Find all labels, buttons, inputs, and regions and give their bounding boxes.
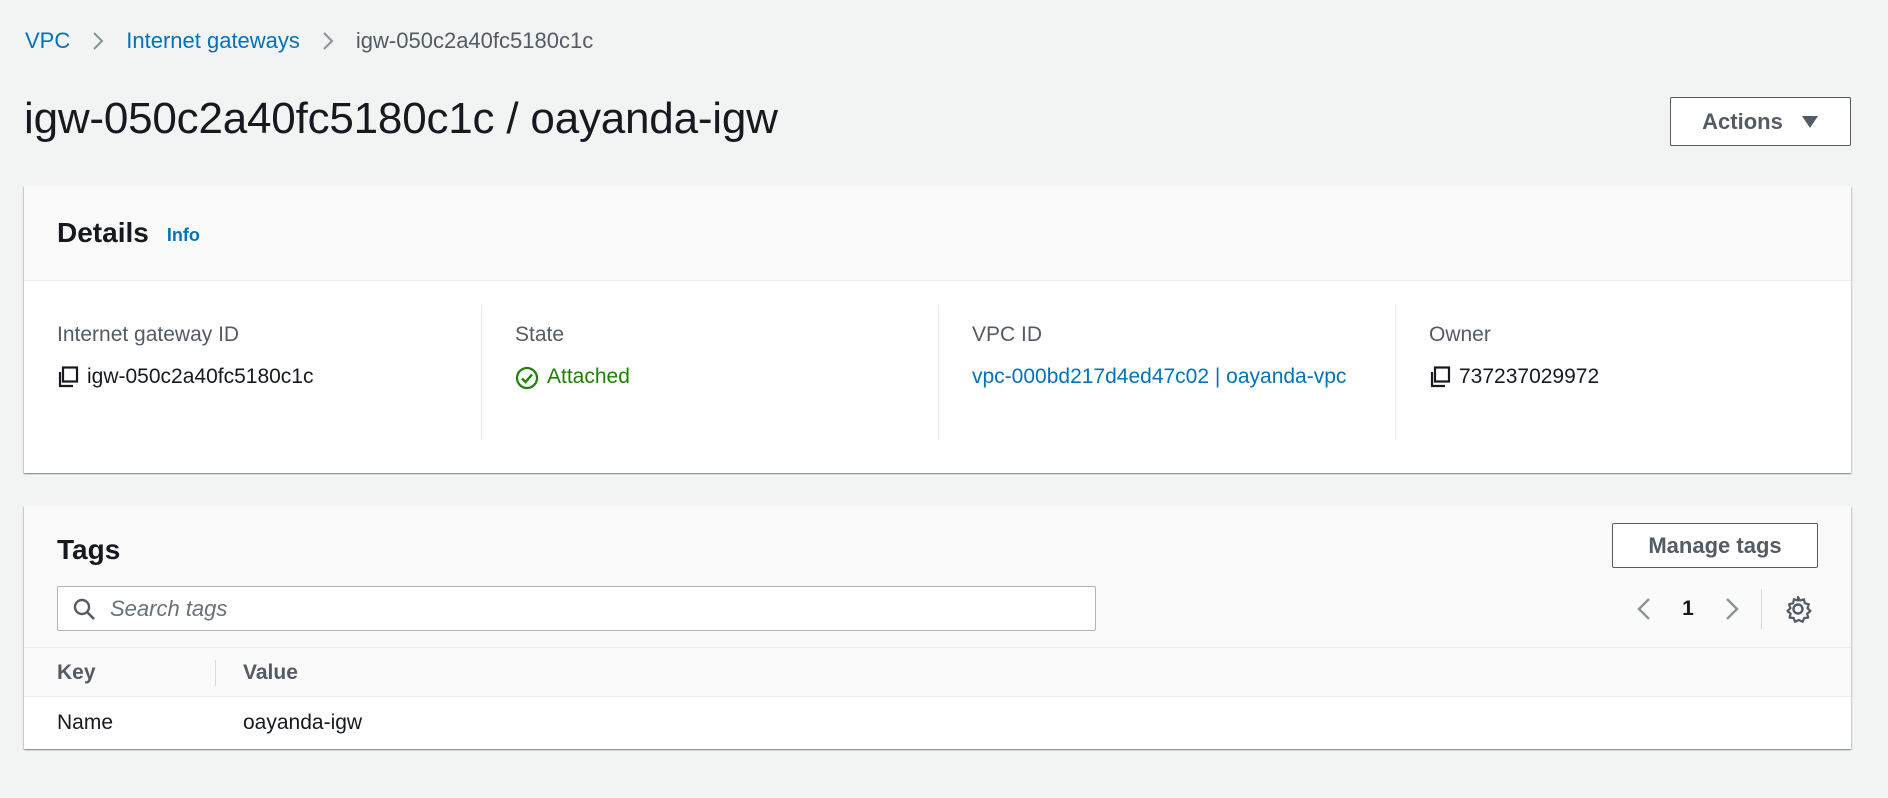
details-header: Details Info <box>24 186 1851 281</box>
field-label: Internet gateway ID <box>57 323 240 346</box>
breadcrumb-internet-gateways[interactable]: Internet gateways <box>126 28 300 54</box>
tag-key: Name <box>57 711 114 734</box>
field-value: igw-050c2a40fc5180c1c <box>87 365 314 388</box>
actions-button-label: Actions <box>1702 108 1783 134</box>
state-value: Attached <box>547 365 630 388</box>
actions-button[interactable]: Actions <box>1670 97 1851 146</box>
column-header-value[interactable]: Value <box>243 661 298 685</box>
field-value: 737237029972 <box>1459 365 1600 388</box>
column-divider <box>215 660 216 686</box>
table-row: Name oayanda-igw <box>24 697 1851 749</box>
copy-icon[interactable] <box>1429 366 1451 388</box>
chevron-left-icon[interactable] <box>1629 597 1659 621</box>
tags-title: Tags <box>57 534 121 565</box>
search-tags-input[interactable] <box>110 595 1060 622</box>
field-internet-gateway-id: Internet gateway ID igw-050c2a40fc5180c1… <box>24 305 482 440</box>
tags-panel: Tags Manage tags 1 Key Va <box>24 506 1851 749</box>
search-icon <box>72 597 96 621</box>
info-link[interactable]: Info <box>167 225 200 246</box>
field-label: State <box>515 323 565 346</box>
gear-icon[interactable] <box>1783 594 1813 624</box>
page-number[interactable]: 1 <box>1659 597 1717 621</box>
chevron-right-icon[interactable] <box>1717 597 1747 621</box>
field-vpc-id: VPC ID vpc-000bd217d4ed47c02 | oayanda-v… <box>939 305 1396 440</box>
search-tags-box[interactable] <box>57 586 1096 631</box>
details-title: Details <box>57 217 149 248</box>
breadcrumb-vpc[interactable]: VPC <box>25 28 70 54</box>
page-title: igw-050c2a40fc5180c1c / oayanda-igw <box>24 94 778 143</box>
breadcrumb-current: igw-050c2a40fc5180c1c <box>355 28 594 53</box>
copy-icon[interactable] <box>57 366 79 388</box>
caret-down-icon <box>1801 115 1819 129</box>
tag-value: oayanda-igw <box>243 711 363 734</box>
chevron-right-icon <box>70 31 126 51</box>
tags-header: Tags Manage tags 1 <box>24 506 1851 647</box>
chevron-right-icon <box>300 31 356 51</box>
field-owner: Owner 737237029972 <box>1396 305 1851 440</box>
pager-divider <box>1761 589 1762 629</box>
tags-table-header: Key Value <box>24 647 1851 697</box>
details-panel: Details Info Internet gateway ID igw-050… <box>24 186 1851 473</box>
details-body: Internet gateway ID igw-050c2a40fc5180c1… <box>24 281 1851 472</box>
field-label: VPC ID <box>972 323 1043 346</box>
field-state: State Attached <box>482 305 939 440</box>
field-label: Owner <box>1429 323 1491 346</box>
breadcrumb: VPC Internet gateways igw-050c2a40fc5180… <box>25 28 593 54</box>
column-header-key[interactable]: Key <box>57 661 96 685</box>
check-circle-icon <box>515 366 539 390</box>
manage-tags-button[interactable]: Manage tags <box>1612 523 1818 568</box>
pagination: 1 <box>1629 591 1747 627</box>
vpc-id-link[interactable]: vpc-000bd217d4ed47c02 | oayanda-vpc <box>972 361 1362 393</box>
